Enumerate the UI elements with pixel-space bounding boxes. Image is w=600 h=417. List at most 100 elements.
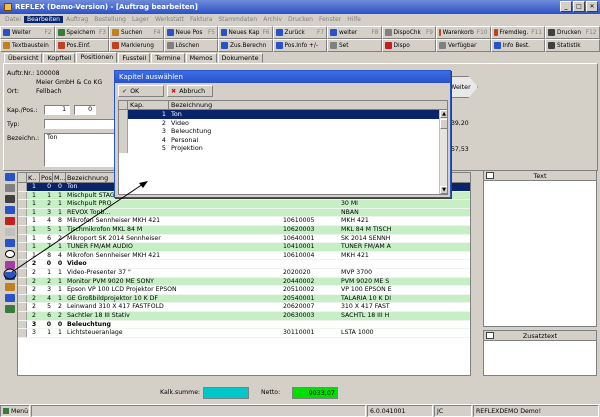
menu-werkstatt[interactable]: Werkstatt bbox=[152, 16, 187, 23]
table-row[interactable]: 1 7 1 TUNER FM/AM AUDIO 10410001 TUNER FM/AM … bbox=[18, 243, 470, 252]
col-kap[interactable]: Kap. bbox=[128, 101, 169, 109]
pane-icon[interactable] bbox=[486, 172, 494, 179]
abbruch-button[interactable]: ✖ Abbruch bbox=[167, 85, 213, 97]
new-doc-icon[interactable] bbox=[5, 184, 15, 192]
table-row[interactable]: 3 0 0 Beleuchtung bbox=[18, 320, 470, 330]
table-row[interactable]: 2 5 2 Leinwand 310 X 417 FASTFOLD 20620007 31… bbox=[18, 303, 470, 312]
cell-bez: Video bbox=[67, 260, 87, 268]
chapter-select-icon[interactable] bbox=[5, 250, 15, 258]
table-row[interactable]: 1 6 2 Mikroport SK 2014 Sennheiser 10640001 S… bbox=[18, 234, 470, 244]
toolbar-speichern-button[interactable]: Speichern F3 bbox=[54, 26, 109, 39]
toolbar-neue-pos-button[interactable]: Neue Pos F5 bbox=[163, 26, 218, 39]
copy-icon[interactable] bbox=[5, 195, 15, 203]
table-row[interactable]: 1 4 8 Mikrofon Sennheiser MKH 421 10610005 MK… bbox=[18, 217, 470, 226]
tab-fussteil[interactable]: Fussteil bbox=[118, 53, 151, 63]
ok-button[interactable]: ✔ OK bbox=[118, 85, 164, 97]
tab-uebersicht[interactable]: Übersicht bbox=[4, 53, 43, 63]
toolbar-zur-ck-button[interactable]: Zurück F7 bbox=[272, 26, 327, 39]
toolbar-pos-einf-button[interactable]: Pos.Einf. bbox=[54, 39, 109, 52]
menu-faktura[interactable]: Faktura bbox=[187, 16, 215, 23]
menu-stammdaten[interactable]: Stammdaten bbox=[215, 16, 260, 23]
position-field[interactable]: 0 bbox=[74, 105, 96, 115]
menu-datei[interactable]: Datei bbox=[2, 16, 24, 23]
folder-icon[interactable] bbox=[5, 283, 15, 291]
toolbar-statistik-button[interactable]: Statistik bbox=[545, 39, 600, 52]
toolbar-verf-gbar-button[interactable]: Verfügbar bbox=[436, 39, 491, 52]
table-row[interactable]: 1 8 4 Mikrofon Sennheiser MKH 421 10610004 MK… bbox=[18, 251, 470, 261]
tab-memos[interactable]: Memos bbox=[185, 53, 217, 63]
scroll-down-icon[interactable]: ▼ bbox=[440, 186, 447, 194]
move-icon[interactable] bbox=[5, 261, 15, 269]
toolbar-neues-kap-button[interactable]: Neues Kap F6 bbox=[218, 26, 273, 39]
table-row[interactable]: 3 1 1 Lichtsteueranlage 30110001 LSTA 1000 bbox=[18, 329, 470, 338]
maximize-button[interactable]: □ bbox=[573, 1, 585, 12]
toolbar-warenkorb-button[interactable]: Warenkorb F10 bbox=[436, 26, 491, 39]
tab-positionen[interactable]: Positionen bbox=[76, 52, 118, 63]
menu-hilfe[interactable]: Hilfe bbox=[344, 16, 364, 23]
tab-dokumente[interactable]: Dokumente bbox=[217, 53, 263, 63]
chapter-list-scrollbar[interactable]: ▲ ▼ bbox=[439, 110, 447, 194]
toolbar-markierung-button[interactable]: Markierung bbox=[109, 39, 164, 52]
print-icon[interactable] bbox=[5, 173, 15, 181]
table-row[interactable]: 2 1 1 Video-Presenter 37 " 2020020 MVP 3700 bbox=[18, 268, 470, 278]
tab-termine[interactable]: Termine bbox=[151, 53, 185, 63]
menu-bestellung[interactable]: Bestellung bbox=[91, 16, 129, 23]
typ-field[interactable] bbox=[44, 119, 116, 129]
col-pos[interactable]: Pos bbox=[40, 173, 53, 182]
chapter-list-item[interactable]: 1 Ton bbox=[119, 110, 447, 119]
cell-name bbox=[340, 260, 415, 268]
menu-bearbeiten[interactable]: Bearbeiten bbox=[24, 15, 63, 23]
scroll-thumb[interactable] bbox=[440, 119, 447, 129]
chapter-list-item[interactable]: 5 Projektion bbox=[119, 144, 447, 153]
col-m[interactable]: M... bbox=[53, 173, 66, 182]
row-selector bbox=[18, 217, 27, 225]
toolbar-weiter-button[interactable]: Weiter F2 bbox=[0, 26, 55, 39]
refresh-icon[interactable] bbox=[5, 305, 15, 313]
table-row[interactable]: 2 3 1 Epson VP 100 LCD Projektor EPSON 20510… bbox=[18, 286, 470, 295]
table-row[interactable]: 2 2 1 Monitor PVM 9020 ME SONY 20440002 PVM 9… bbox=[18, 277, 470, 287]
down-icon[interactable] bbox=[5, 239, 15, 247]
toolbar-l-schen-button[interactable]: Löschen bbox=[163, 39, 218, 52]
table-row[interactable]: 2 6 2 Sachtler 18 III Stativ 20630003 SACHTL … bbox=[18, 311, 470, 321]
table-row[interactable]: 1 3 1 REVOX Tonb... NBAN bbox=[18, 208, 470, 218]
pane-icon[interactable] bbox=[486, 332, 494, 339]
delete-icon[interactable] bbox=[5, 217, 15, 225]
link-icon[interactable] bbox=[5, 294, 15, 302]
col-k[interactable]: K.. bbox=[27, 173, 40, 182]
bezeichnung-field[interactable]: Ton bbox=[44, 133, 116, 167]
table-row[interactable]: 1 5 1 Tischmikrofon MKL 84 M 10620003 MKL 84 … bbox=[18, 225, 470, 235]
toolbar-suchen-button[interactable]: Suchen F4 bbox=[109, 26, 164, 39]
toolbar-set-button[interactable]: Set bbox=[327, 39, 382, 52]
toolbar-weiter-button[interactable]: weiter F8 bbox=[327, 26, 382, 39]
chapter-list-item[interactable]: 2 Video bbox=[119, 118, 447, 128]
close-button[interactable]: ✕ bbox=[586, 1, 598, 12]
chapter-list-item[interactable]: 3 Beleuchtung bbox=[119, 127, 447, 136]
scroll-up-icon[interactable]: ▲ bbox=[440, 110, 447, 118]
chapter-list-item[interactable]: 4 Personal bbox=[119, 135, 447, 145]
menu-fenster[interactable]: Fenster bbox=[316, 16, 344, 23]
toolbar-dispochk-button[interactable]: DispoChk F9 bbox=[381, 26, 436, 39]
undo-icon[interactable] bbox=[5, 206, 15, 214]
tab-kopfteil[interactable]: Kopfteil bbox=[43, 53, 76, 63]
split-icon[interactable] bbox=[5, 272, 15, 280]
menu-lager[interactable]: Lager bbox=[129, 16, 152, 23]
table-row[interactable]: 1 2 1 Mischpult PRO 30 MI bbox=[18, 200, 470, 209]
toolbar-info-best-button[interactable]: Info Best. bbox=[490, 39, 545, 52]
menu-button[interactable]: Menü bbox=[0, 405, 30, 417]
kapitel-field[interactable]: 1 bbox=[44, 105, 70, 115]
toolbar-drucken-button[interactable]: Drucken F12 bbox=[545, 26, 600, 39]
table-row[interactable]: 2 4 1 GE Großbildprojektor 10 K DF 20540001 T… bbox=[18, 294, 470, 304]
toolbar-textbaustein-button[interactable]: Textbaustein bbox=[0, 39, 55, 52]
toolbar-zus-berechn-button[interactable]: Zus.Berechn bbox=[218, 39, 273, 52]
toolbar-fremdleg-button[interactable]: Fremdleg. F11 bbox=[490, 26, 545, 39]
toolbar-pos-info-button[interactable]: Pos.Info +/- bbox=[272, 39, 327, 52]
minimize-button[interactable]: _ bbox=[560, 1, 572, 12]
menu-drucken[interactable]: Drucken bbox=[285, 16, 316, 23]
menu-archiv[interactable]: Archiv bbox=[260, 16, 285, 23]
menu-auftrag[interactable]: Auftrag bbox=[63, 16, 91, 23]
status-version: 6.0.041001 bbox=[367, 405, 433, 417]
table-row[interactable]: 2 0 0 Video bbox=[18, 260, 470, 269]
up-icon[interactable] bbox=[5, 228, 15, 236]
col-bezeichnung-dialog[interactable]: Bezeichnung bbox=[169, 101, 447, 109]
toolbar-dispo-button[interactable]: Dispo bbox=[381, 39, 436, 52]
